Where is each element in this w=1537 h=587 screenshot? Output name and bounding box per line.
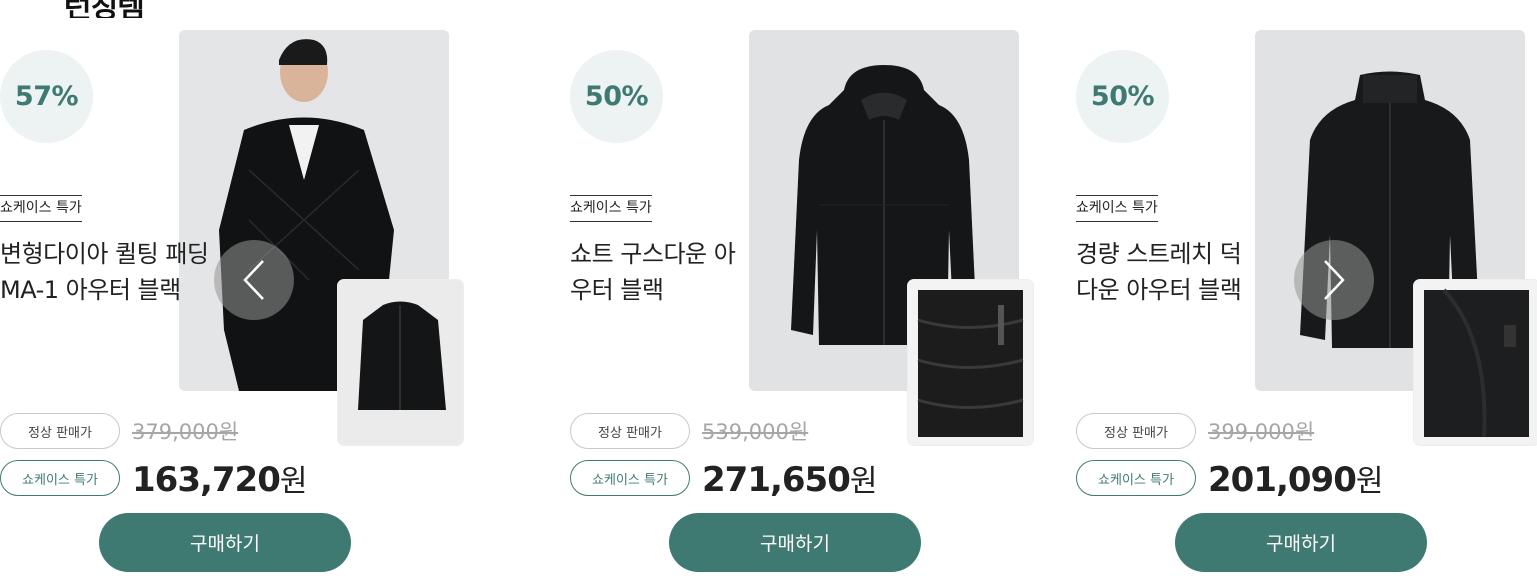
regular-price-label: 정상 판매가 — [0, 413, 120, 449]
flat-jacket-thumbnail-image — [338, 280, 463, 445]
product-card[interactable]: 50% 쇼케이스 특가 쇼트 구스다운 아우터 블랙 정상 판매가 539,00… — [570, 0, 1040, 587]
sale-price-row: 쇼케이스 특가 271,650원 — [570, 456, 878, 500]
promo-tag: 쇼케이스 특가 — [0, 195, 82, 222]
sale-price: 163,720원 — [132, 456, 308, 500]
detail-thumbnail[interactable] — [1414, 280, 1537, 445]
promo-tag: 쇼케이스 특가 — [1076, 195, 1158, 222]
discount-badge: 50% — [1076, 50, 1169, 143]
promo-tag: 쇼케이스 특가 — [570, 195, 652, 222]
sale-price-number: 163,720 — [132, 460, 281, 500]
chevron-left-icon — [243, 260, 264, 300]
sale-price-label: 쇼케이스 특가 — [0, 460, 120, 496]
product-name[interactable]: 쇼트 구스다운 아우터 블랙 — [570, 236, 740, 308]
sale-price: 271,650원 — [702, 456, 878, 500]
original-price: 539,000원 — [702, 420, 809, 444]
regular-price-row: 정상 판매가 399,000원 — [1076, 413, 1314, 449]
chevron-right-icon — [1324, 260, 1345, 300]
sale-price-label: 쇼케이스 특가 — [570, 460, 690, 496]
sale-price: 201,090원 — [1208, 456, 1384, 500]
sale-price-number: 201,090 — [1208, 460, 1357, 500]
regular-price-label: 정상 판매가 — [570, 413, 690, 449]
carousel-next-button[interactable] — [1294, 240, 1374, 320]
product-name[interactable]: 변형다이아 퀼팅 패딩 MA-1 아우터 블랙 — [0, 236, 215, 308]
buy-button[interactable]: 구매하기 — [99, 513, 351, 572]
sale-price-unit: 원 — [279, 464, 308, 499]
sale-price-label: 쇼케이스 특가 — [1076, 460, 1196, 496]
sale-price-unit: 원 — [1355, 464, 1384, 499]
detail-thumbnail[interactable] — [908, 280, 1033, 445]
discount-badge: 50% — [570, 50, 663, 143]
original-price: 379,000원 — [132, 420, 239, 444]
sale-price-row: 쇼케이스 특가 201,090원 — [1076, 456, 1384, 500]
sale-price-number: 271,650 — [702, 460, 851, 500]
regular-price-row: 정상 판매가 379,000원 — [0, 413, 238, 449]
original-price: 399,000원 — [1208, 420, 1315, 444]
product-name[interactable]: 경량 스트레치 덕다운 아우터 블랙 — [1076, 236, 1246, 308]
carousel-prev-button[interactable] — [214, 240, 294, 320]
regular-price-label: 정상 판매가 — [1076, 413, 1196, 449]
regular-price-row: 정상 판매가 539,000원 — [570, 413, 808, 449]
jacket-sleeve-detail-image — [1414, 280, 1537, 445]
jacket-detail-image — [908, 280, 1033, 445]
sale-price-row: 쇼케이스 특가 163,720원 — [0, 456, 308, 500]
sale-price-unit: 원 — [849, 464, 878, 499]
buy-button[interactable]: 구매하기 — [669, 513, 921, 572]
discount-badge: 57% — [0, 50, 93, 143]
buy-button[interactable]: 구매하기 — [1175, 513, 1427, 572]
detail-thumbnail[interactable] — [338, 280, 463, 445]
